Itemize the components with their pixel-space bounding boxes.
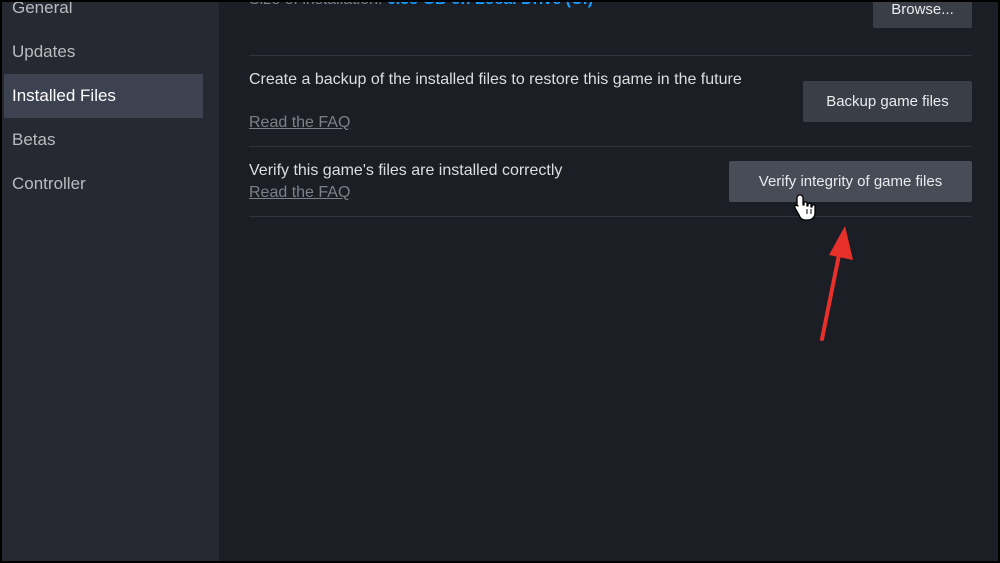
sidebar: General Updates Installed Files Betas Co… [2, 2, 219, 561]
divider [249, 146, 972, 147]
divider [249, 55, 972, 56]
backup-read-faq-link[interactable]: Read the FAQ [249, 113, 350, 133]
steam-properties-window: General Updates Installed Files Betas Co… [0, 0, 1000, 563]
installed-files-panel: Size of installation: 6.58 GB on Local D… [221, 2, 998, 561]
sidebar-item-controller[interactable]: Controller [4, 162, 203, 206]
verify-integrity-button[interactable]: Verify integrity of game files [729, 161, 972, 202]
divider [249, 216, 972, 217]
verify-read-faq-link[interactable]: Read the FAQ [249, 183, 350, 203]
sidebar-item-installed-files[interactable]: Installed Files [4, 74, 203, 118]
backup-description: Create a backup of the installed files t… [249, 71, 742, 88]
verify-description: Verify this game's files are installed c… [249, 162, 563, 179]
sidebar-item-betas[interactable]: Betas [4, 118, 203, 162]
backup-game-files-button[interactable]: Backup game files [803, 81, 972, 122]
installation-size-row: Size of installation: 6.58 GB on Local D… [249, 2, 593, 10]
browse-button[interactable]: Browse... [873, 2, 972, 28]
sidebar-item-general[interactable]: General [4, 2, 203, 30]
installation-size-value: 6.58 GB on Local Drive (C:) [387, 2, 593, 8]
sidebar-item-updates[interactable]: Updates [4, 30, 203, 74]
installation-size-label: Size of installation: [249, 2, 382, 8]
